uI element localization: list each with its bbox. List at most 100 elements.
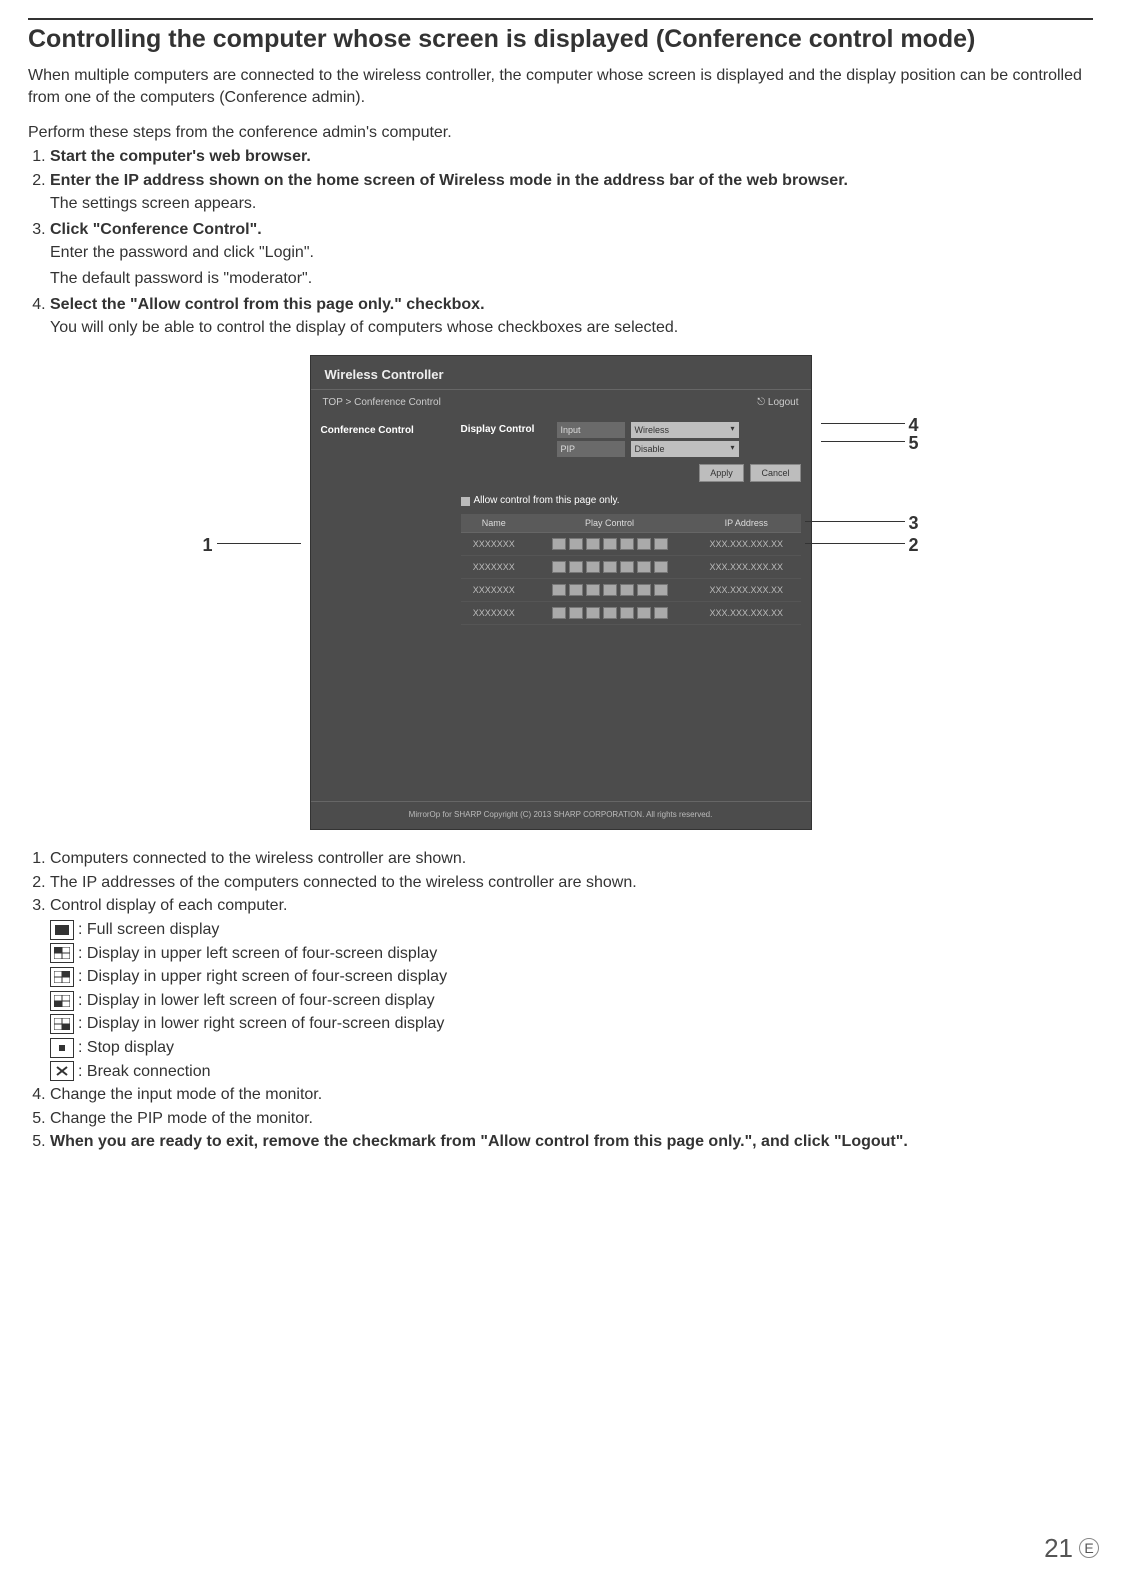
full-screen-icon[interactable]	[552, 584, 566, 596]
upper-left-icon[interactable]	[569, 584, 583, 596]
list-item: : Full screen display	[50, 919, 1093, 941]
apply-button[interactable]: Apply	[699, 464, 744, 482]
breadcrumb: TOP > Conference Control	[323, 396, 441, 410]
stop-icon[interactable]	[637, 584, 651, 596]
break-icon	[50, 1061, 74, 1081]
icon-legend-text: : Display in lower right screen of four-…	[78, 1013, 444, 1035]
lower-right-icon	[50, 1014, 74, 1034]
legend-3: Control display of each computer.	[50, 895, 1093, 917]
cell-ip: XXX.XXX.XXX.XX	[692, 556, 801, 579]
cell-name: XXXXXXX	[461, 602, 528, 625]
step-2-body: The settings screen appears.	[50, 193, 1093, 215]
lower-left-icon[interactable]	[603, 538, 617, 550]
logout-link[interactable]: ⎋ Logout	[757, 396, 798, 410]
cancel-button[interactable]: Cancel	[750, 464, 800, 482]
stop-icon[interactable]	[637, 538, 651, 550]
lower-left-icon[interactable]	[603, 584, 617, 596]
allow-control-label: Allow control from this page only.	[474, 494, 620, 508]
computer-table: Name Play Control IP Address XXXXXXX XXX.…	[461, 514, 801, 626]
cell-ip: XXX.XXX.XXX.XX	[692, 532, 801, 555]
icon-legend-text: : Display in upper left screen of four-s…	[78, 943, 437, 965]
cell-play	[527, 532, 692, 555]
lead-paragraph: Perform these steps from the conference …	[28, 122, 1093, 144]
th-play: Play Control	[527, 514, 692, 533]
lower-right-icon[interactable]	[620, 561, 634, 573]
break-icon[interactable]	[654, 538, 668, 550]
callout-2: 2	[908, 533, 918, 557]
upper-right-icon[interactable]	[586, 538, 600, 550]
cell-name: XXXXXXX	[461, 556, 528, 579]
legend-4: Change the input mode of the monitor.	[50, 1084, 1093, 1106]
table-row: XXXXXXX XXX.XXX.XXX.XX	[461, 556, 801, 579]
upper-right-icon	[50, 967, 74, 987]
cell-ip: XXX.XXX.XXX.XX	[692, 579, 801, 602]
upper-left-icon[interactable]	[569, 538, 583, 550]
cell-ip: XXX.XXX.XXX.XX	[692, 602, 801, 625]
callout-5: 5	[908, 431, 918, 455]
lower-right-icon[interactable]	[620, 584, 634, 596]
break-icon[interactable]	[654, 584, 668, 596]
icon-legend-list: : Full screen display: Display in upper …	[28, 919, 1093, 1082]
pip-label: PIP	[557, 441, 625, 457]
region-badge: E	[1079, 1538, 1099, 1558]
list-item: : Display in lower left screen of four-s…	[50, 990, 1093, 1012]
cell-play	[527, 579, 692, 602]
stop-icon[interactable]	[637, 561, 651, 573]
steps-list: Start the computer's web browser. Enter …	[28, 146, 1093, 339]
input-label: Input	[557, 422, 625, 438]
final-step-list: When you are ready to exit, remove the c…	[28, 1131, 1093, 1153]
upper-right-icon[interactable]	[586, 561, 600, 573]
panel-title: Wireless Controller	[311, 356, 811, 391]
full-screen-icon[interactable]	[552, 538, 566, 550]
stop-icon[interactable]	[637, 607, 651, 619]
list-item: : Stop display	[50, 1037, 1093, 1059]
step-3-body-2: The default password is "moderator".	[50, 268, 1093, 290]
allow-control-checkbox[interactable]	[461, 497, 470, 506]
step-2-head: Enter the IP address shown on the home s…	[50, 172, 848, 189]
copyright-text: MirrorOp for SHARP Copyright (C) 2013 SH…	[311, 801, 811, 829]
step-3-head: Click "Conference Control".	[50, 221, 262, 238]
callout-3: 3	[908, 511, 918, 535]
table-row: XXXXXXX XXX.XXX.XXX.XX	[461, 602, 801, 625]
sidebar-item-conference-control[interactable]: Conference Control	[321, 424, 441, 438]
th-name: Name	[461, 514, 528, 533]
icon-legend-text: : Display in lower left screen of four-s…	[78, 990, 435, 1012]
full-screen-icon[interactable]	[552, 561, 566, 573]
full-screen-icon[interactable]	[552, 607, 566, 619]
list-item: : Break connection	[50, 1061, 1093, 1083]
pip-select[interactable]: Disable▾	[631, 441, 739, 457]
full-screen-icon	[50, 920, 74, 940]
cell-name: XXXXXXX	[461, 532, 528, 555]
lower-right-icon[interactable]	[620, 607, 634, 619]
list-item: : Display in upper right screen of four-…	[50, 966, 1093, 988]
cell-name: XXXXXXX	[461, 579, 528, 602]
screenshot-figure: 1 4 5 3 2 Wireless Controller TOP > Conf…	[211, 355, 911, 830]
lower-left-icon[interactable]	[603, 607, 617, 619]
step-5-head: When you are ready to exit, remove the c…	[50, 1133, 908, 1150]
cell-play	[527, 602, 692, 625]
cell-play	[527, 556, 692, 579]
icon-legend-text: : Full screen display	[78, 919, 219, 941]
upper-left-icon[interactable]	[569, 607, 583, 619]
input-select[interactable]: Wireless▾	[631, 422, 739, 438]
display-control-label: Display Control	[461, 423, 551, 437]
conference-control-panel: Wireless Controller TOP > Conference Con…	[310, 355, 812, 830]
upper-left-icon[interactable]	[569, 561, 583, 573]
table-row: XXXXXXX XXX.XXX.XXX.XX	[461, 532, 801, 555]
upper-right-icon[interactable]	[586, 607, 600, 619]
intro-paragraph: When multiple computers are connected to…	[28, 65, 1093, 108]
lower-left-icon[interactable]	[603, 561, 617, 573]
break-icon[interactable]	[654, 561, 668, 573]
lower-right-icon[interactable]	[620, 538, 634, 550]
lower-left-icon	[50, 991, 74, 1011]
legend-2: The IP addresses of the computers connec…	[50, 872, 1093, 894]
icon-legend-text: : Stop display	[78, 1037, 174, 1059]
step-1-head: Start the computer's web browser.	[50, 148, 311, 165]
th-ip: IP Address	[692, 514, 801, 533]
stop-icon	[50, 1038, 74, 1058]
upper-right-icon[interactable]	[586, 584, 600, 596]
table-row: XXXXXXX XXX.XXX.XXX.XX	[461, 579, 801, 602]
callout-1: 1	[203, 533, 213, 557]
step-4-body: You will only be able to control the dis…	[50, 317, 1093, 339]
break-icon[interactable]	[654, 607, 668, 619]
